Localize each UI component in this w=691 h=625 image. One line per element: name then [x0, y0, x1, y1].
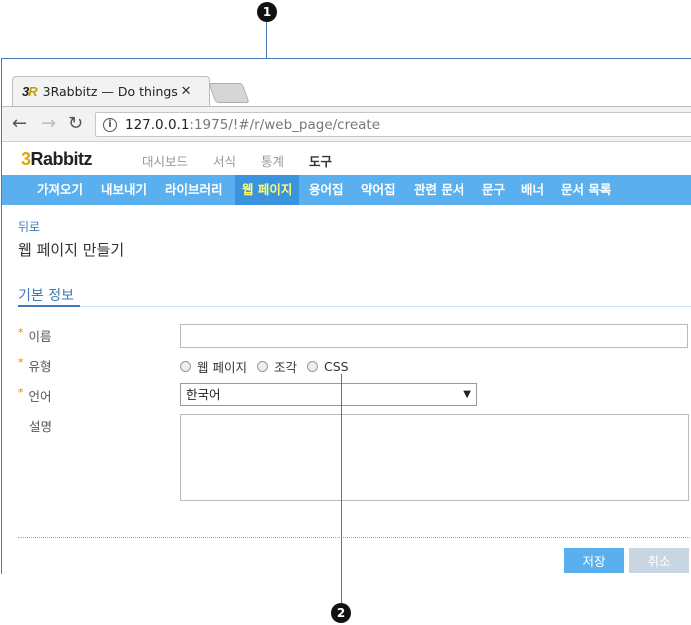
app-logo[interactable]: 3Rabbitz [21, 149, 93, 170]
name-input[interactable] [180, 324, 688, 348]
section-divider [18, 306, 691, 307]
callout-1-badge: 1 [257, 2, 277, 22]
callout-2-line [341, 374, 342, 604]
cancel-button[interactable]: 취소 [629, 548, 689, 573]
required-mark: * [18, 326, 24, 339]
browser-tab[interactable]: 3R 3Rabbitz — Do things b ✕ [12, 76, 210, 106]
save-button[interactable]: 저장 [564, 548, 624, 573]
description-label: 설명 [29, 419, 53, 434]
close-icon[interactable]: ✕ [181, 84, 192, 99]
type-radio-css[interactable] [307, 361, 318, 372]
favicon-icon: 3R [22, 84, 38, 99]
new-tab-button[interactable] [208, 83, 250, 103]
language-label: * 언어 [18, 386, 52, 404]
name-label: * 이름 [18, 326, 52, 344]
form-footer-divider [18, 537, 691, 538]
top-menu-tools[interactable]: 도구 [309, 151, 332, 170]
submenu-related-docs[interactable]: 관련 문서 [414, 175, 464, 205]
type-radio-group: 웹 페이지 조각 CSS [180, 357, 359, 376]
type-radio-fragment[interactable] [256, 361, 268, 372]
address-bar[interactable]: i 127.0.0.1:1975/!#/r/web_page/create [95, 112, 691, 137]
submenu-banner[interactable]: 배너 [521, 175, 544, 205]
sub-menu: 가져오기 내보내기 라이브러리 웹 페이지 용어집 약어집 관련 문서 문구 배… [2, 175, 691, 205]
section-title-underline [18, 305, 80, 307]
reload-icon[interactable]: ↻ [68, 113, 83, 134]
page-title: 웹 페이지 만들기 [18, 241, 125, 259]
top-menu-templates[interactable]: 서식 [213, 151, 236, 170]
url-text: 127.0.0.1:1975/!#/r/web_page/create [125, 116, 381, 133]
submenu-phrases[interactable]: 문구 [482, 175, 505, 205]
section-title-basic-info[interactable]: 기본 정보 [18, 285, 74, 305]
type-radio-web-page[interactable] [180, 361, 191, 372]
app-header: 3Rabbitz 대시보드 서식 통계 도구 [2, 142, 691, 175]
required-mark: * [18, 356, 24, 369]
callout-2-badge: 2 [331, 603, 351, 623]
back-arrow-icon[interactable]: ← [12, 113, 27, 134]
submenu-import[interactable]: 가져오기 [37, 175, 83, 205]
submenu-glossary[interactable]: 용어집 [309, 175, 344, 205]
submenu-library[interactable]: 라이브러리 [165, 175, 223, 205]
required-mark: * [18, 386, 24, 399]
type-label: * 유형 [18, 356, 52, 374]
language-select[interactable]: 한국어 ▼ [180, 383, 477, 406]
submenu-web-page[interactable]: 웹 페이지 [235, 175, 300, 205]
description-textarea[interactable] [180, 414, 689, 501]
submenu-export[interactable]: 내보내기 [101, 175, 147, 205]
back-link[interactable]: 뒤로 [18, 218, 40, 235]
tab-title: 3Rabbitz — Do things b [42, 84, 177, 99]
browser-toolbar: ← → ↻ i 127.0.0.1:1975/!#/r/web_page/cre… [2, 106, 691, 142]
submenu-abbreviations[interactable]: 약어집 [361, 175, 396, 205]
submenu-doc-list[interactable]: 문서 목록 [561, 175, 611, 205]
type-option-label[interactable]: 웹 페이지 [197, 357, 247, 376]
forward-arrow-icon[interactable]: → [41, 113, 56, 134]
language-select-value: 한국어 [186, 387, 221, 402]
dropdown-arrow-icon: ▼ [463, 389, 471, 400]
info-icon[interactable]: i [103, 117, 117, 132]
top-menu: 대시보드 서식 통계 도구 [142, 151, 357, 170]
type-option-label[interactable]: CSS [324, 359, 349, 374]
top-menu-dashboard[interactable]: 대시보드 [142, 151, 188, 170]
top-menu-stats[interactable]: 통계 [261, 151, 284, 170]
type-option-label[interactable]: 조각 [274, 357, 297, 376]
tab-strip: 3R 3Rabbitz — Do things b ✕ [2, 59, 691, 107]
browser-window: 3R 3Rabbitz — Do things b ✕ ← → ↻ i 127.… [1, 58, 691, 574]
